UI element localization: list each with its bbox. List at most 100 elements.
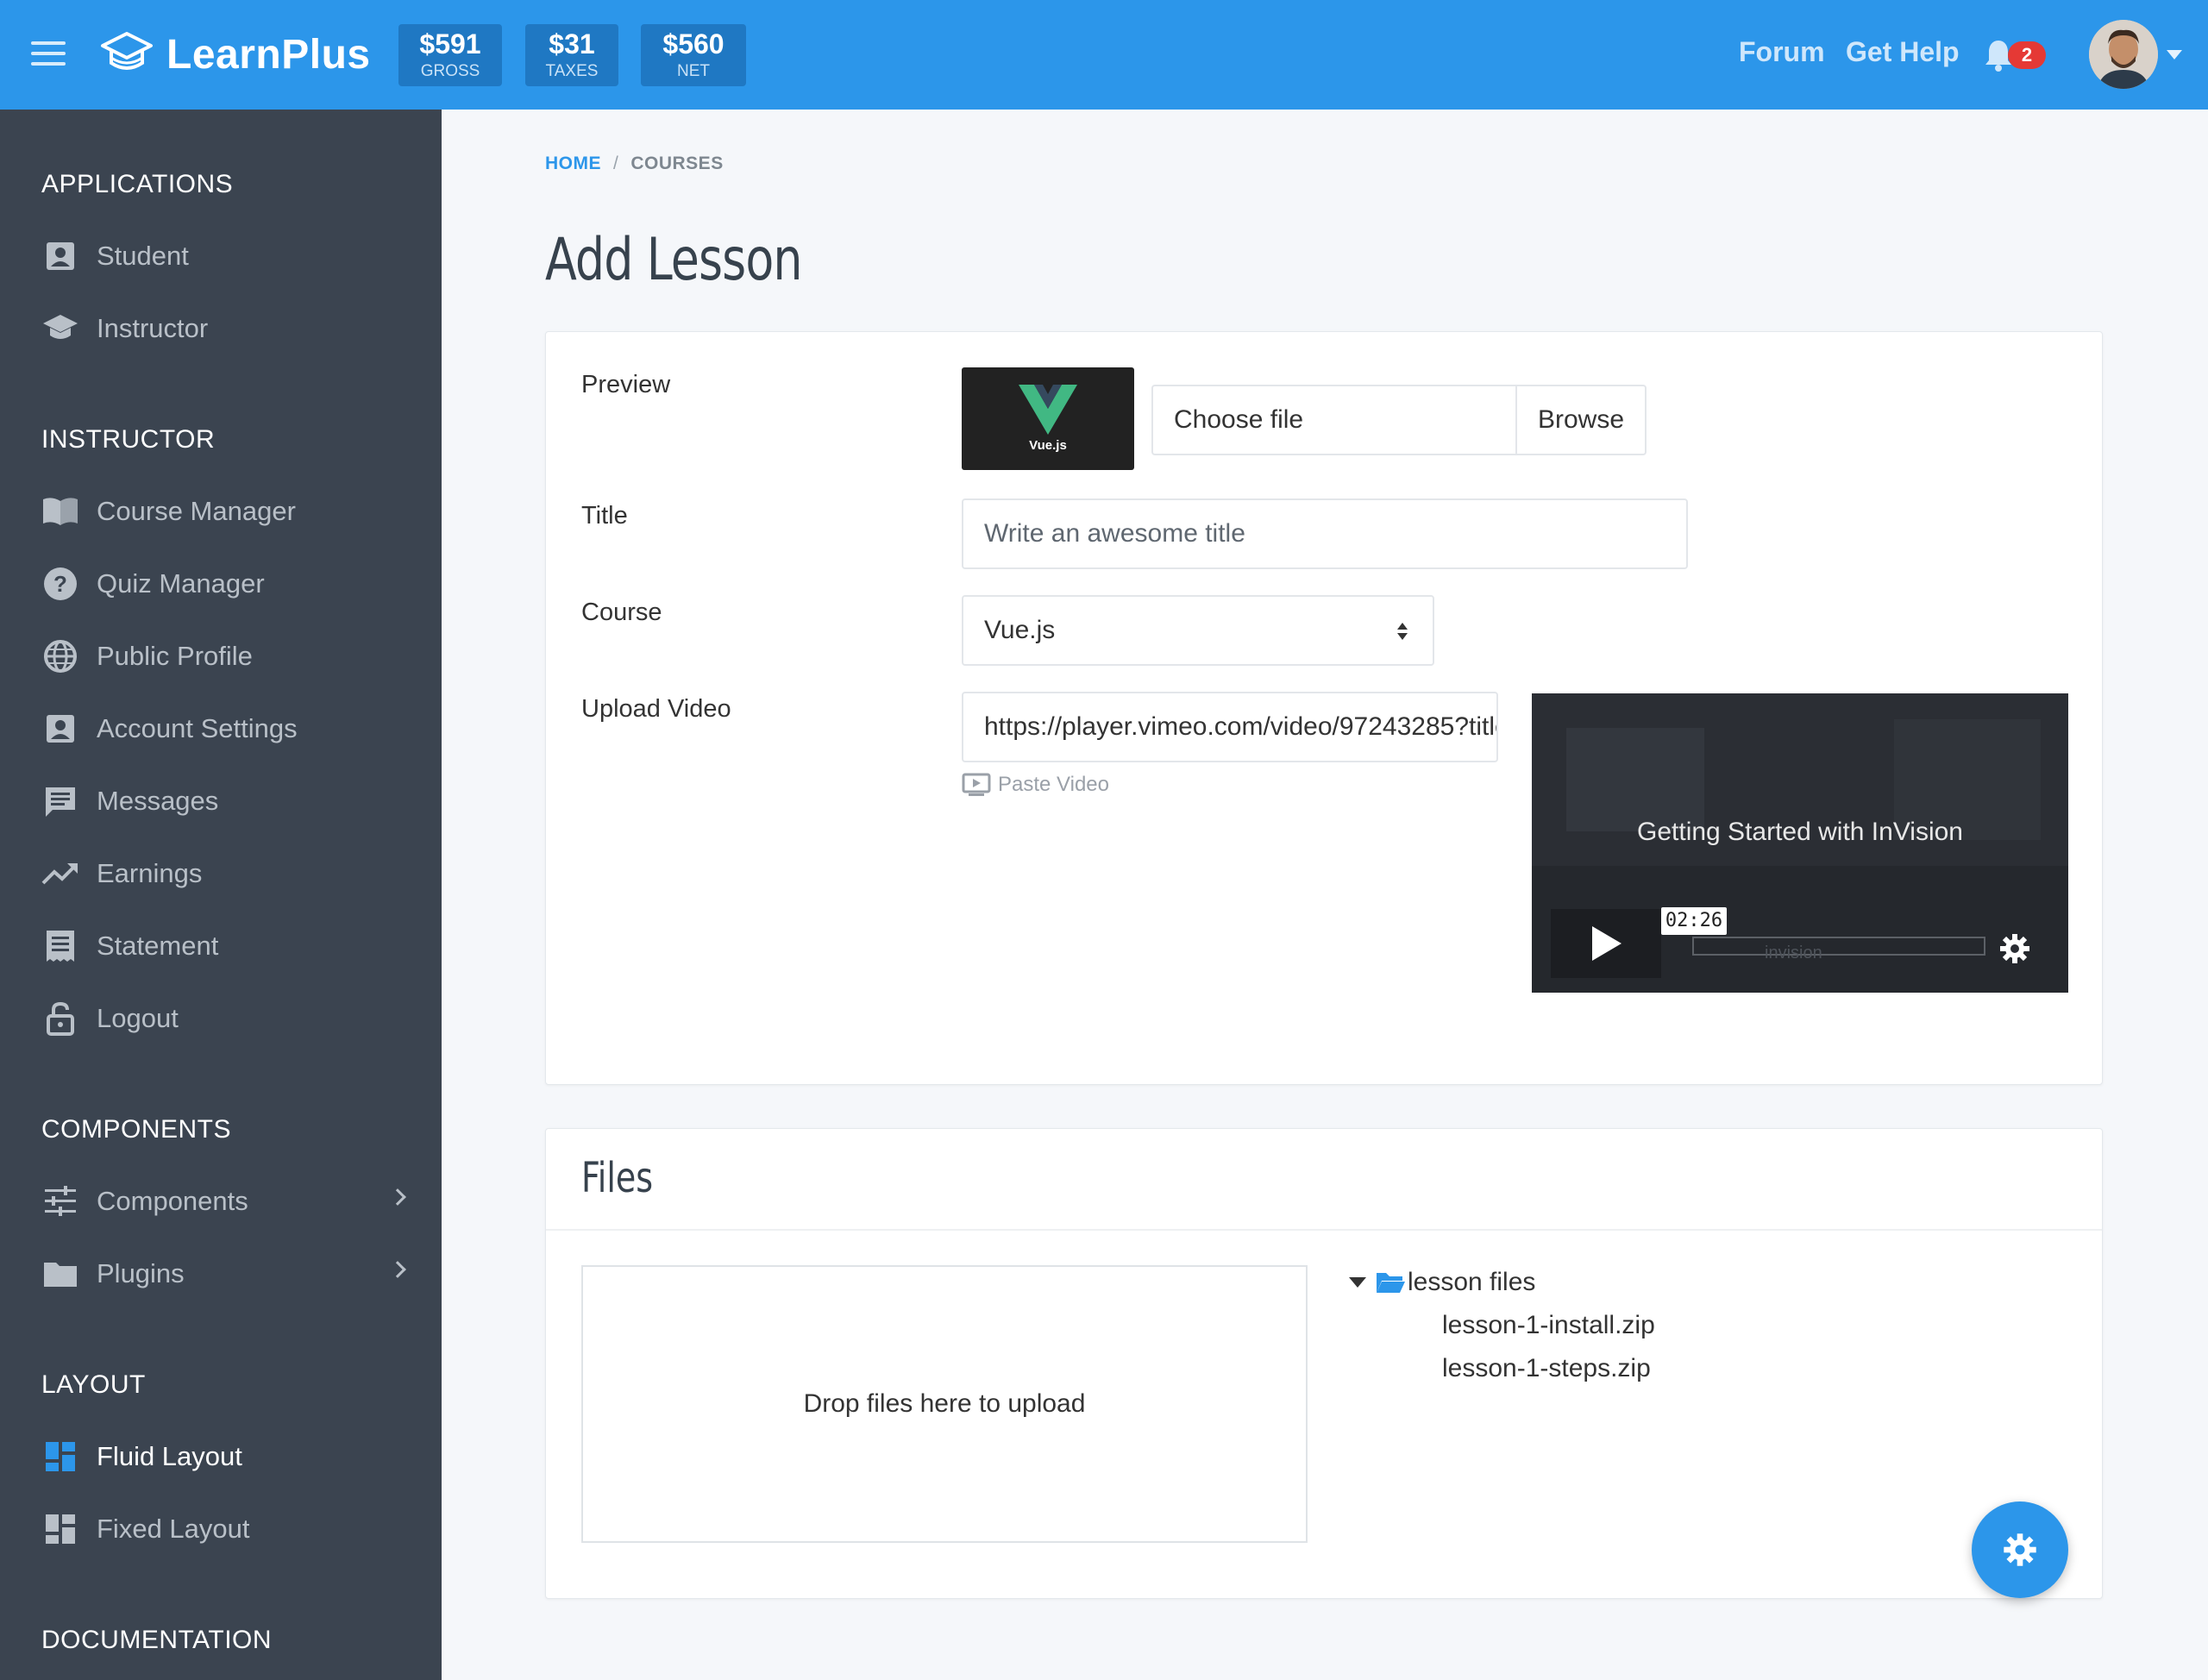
play-button[interactable] [1551, 909, 1661, 978]
sidebar-heading-applications: APPLICATIONS [41, 170, 234, 198]
nav-get-help-link[interactable]: Get Help [1846, 36, 1960, 68]
video-player[interactable]: Getting Started with InVision 02:26 invi… [1532, 693, 2068, 993]
stat-gross[interactable]: $591 GROSS [398, 24, 502, 86]
files-card-divider [546, 1229, 2102, 1231]
settings-fab-button[interactable] [1972, 1501, 2068, 1598]
help-circle-icon: ? [41, 565, 79, 603]
select-arrows-icon [1397, 623, 1408, 640]
sidebar-item-instructor[interactable]: Instructor [41, 304, 404, 353]
sidebar-item-label: Fixed Layout [97, 1514, 250, 1544]
video-watermark: invision [1765, 943, 1822, 962]
dashboard-icon [41, 1438, 79, 1476]
hamburger-menu-icon[interactable] [31, 41, 66, 67]
video-url-value: https://player.vimeo.com/video/97243285?… [984, 712, 1496, 741]
svg-text:?: ? [53, 571, 67, 597]
paste-video-link[interactable]: Paste Video [962, 773, 1109, 797]
file-tree-item[interactable]: lesson-1-steps.zip [1442, 1354, 1651, 1383]
sidebar-item-fixed-layout[interactable]: Fixed Layout [41, 1505, 404, 1553]
sidebar-item-label: Components [97, 1186, 248, 1216]
video-time: 02:26 [1661, 907, 1727, 935]
folder-open-icon [1377, 1273, 1405, 1293]
page-title: Add Lesson [545, 226, 803, 294]
sidebar-item-label: Messages [97, 786, 219, 816]
caret-down-icon [1349, 1277, 1366, 1288]
sidebar-heading-components: COMPONENTS [41, 1115, 232, 1144]
stat-gross-value: $591 [419, 28, 481, 60]
sidebar: APPLICATIONS Student Instructor INSTRUCT… [0, 110, 442, 1680]
sidebar-item-label: Instructor [97, 313, 209, 343]
files-title: Files [581, 1154, 654, 1202]
preview-label: Preview [581, 371, 671, 398]
chevron-down-icon[interactable] [2167, 50, 2182, 60]
file-tree-folder[interactable]: lesson files [1349, 1268, 1535, 1297]
browse-button[interactable]: Browse [1515, 386, 1645, 454]
paste-video-label: Paste Video [998, 773, 1109, 796]
sidebar-item-label: Account Settings [97, 713, 298, 743]
sidebar-item-label: Quiz Manager [97, 568, 265, 599]
nav-forum-link[interactable]: Forum [1739, 36, 1825, 68]
chevron-right-icon [389, 1188, 406, 1206]
breadcrumb-home-link[interactable]: HOME [545, 154, 601, 173]
title-input-placeholder: Write an awesome title [984, 519, 1245, 548]
lock-open-icon [41, 1000, 79, 1037]
folder-icon [41, 1255, 79, 1293]
stat-net[interactable]: $560 NET [641, 24, 746, 86]
sidebar-item-plugins[interactable]: Plugins [41, 1250, 406, 1298]
sidebar-item-earnings[interactable]: Earnings [41, 849, 404, 898]
sidebar-heading-instructor: INSTRUCTOR [41, 425, 216, 454]
sidebar-item-label: Fluid Layout [97, 1441, 242, 1471]
video-url-input[interactable]: https://player.vimeo.com/video/97243285?… [962, 692, 1498, 762]
vue-logo-icon [1019, 385, 1077, 435]
dashboard-icon [41, 1510, 79, 1548]
sidebar-item-fluid-layout[interactable]: Fluid Layout [41, 1432, 404, 1481]
tune-icon [41, 1182, 79, 1220]
sidebar-item-label: Plugins [97, 1258, 185, 1288]
preview-thumbnail-caption: Vue.js [1029, 438, 1067, 453]
video-title: Getting Started with InVision [1637, 818, 1963, 846]
sidebar-heading-documentation: DOCUMENTATION [41, 1626, 273, 1654]
file-dropzone[interactable]: Drop files here to upload [581, 1265, 1308, 1543]
receipt-icon [41, 927, 79, 965]
sidebar-item-label: Statement [97, 931, 219, 961]
file-input-group[interactable]: Choose file Browse [1151, 385, 1647, 455]
sidebar-item-quiz-manager[interactable]: ? Quiz Manager [41, 560, 404, 608]
sidebar-item-statement[interactable]: Statement [41, 922, 404, 970]
video-progress-bar[interactable] [1692, 937, 1985, 956]
school-icon [41, 310, 79, 348]
sidebar-item-messages[interactable]: Messages [41, 777, 404, 825]
play-icon [1592, 926, 1622, 961]
course-select-value: Vue.js [984, 616, 1056, 644]
stat-gross-label: GROSS [420, 62, 480, 80]
avatar-image [2089, 20, 2158, 89]
sidebar-item-logout[interactable]: Logout [41, 994, 404, 1043]
stat-taxes[interactable]: $31 TAXES [525, 24, 618, 86]
sidebar-item-public-profile[interactable]: Public Profile [41, 632, 404, 680]
school-icon [101, 32, 153, 70]
course-select[interactable]: Vue.js [962, 595, 1434, 666]
settings-icon[interactable] [1998, 931, 2032, 966]
breadcrumb-current: COURSES [630, 154, 724, 173]
course-label: Course [581, 599, 662, 626]
title-input[interactable]: Write an awesome title [962, 498, 1688, 569]
book-icon [41, 492, 79, 530]
sidebar-item-label: Course Manager [97, 496, 296, 526]
choose-file-field[interactable]: Choose file [1153, 386, 1515, 454]
notification-badge: 2 [2008, 41, 2046, 69]
sidebar-item-label: Public Profile [97, 641, 253, 671]
sidebar-item-components[interactable]: Components [41, 1177, 406, 1226]
stat-net-label: NET [677, 62, 710, 80]
settings-icon [2004, 1533, 2036, 1566]
file-tree-item[interactable]: lesson-1-install.zip [1442, 1311, 1655, 1340]
sidebar-item-student[interactable]: Student [41, 232, 404, 280]
sidebar-item-account-settings[interactable]: Account Settings [41, 705, 404, 753]
stat-taxes-label: TAXES [545, 62, 599, 80]
sidebar-item-label: Logout [97, 1003, 179, 1033]
top-navbar: LearnPlus $591 GROSS $31 TAXES $560 NET … [0, 0, 2208, 110]
title-label: Title [581, 502, 628, 530]
account-box-icon [41, 237, 79, 275]
avatar[interactable] [2089, 20, 2158, 89]
brand-logo[interactable]: LearnPlus [99, 26, 371, 83]
sidebar-item-course-manager[interactable]: Course Manager [41, 487, 404, 536]
file-tree-folder-label: lesson files [1408, 1268, 1536, 1296]
sidebar-item-label: Earnings [97, 858, 203, 888]
